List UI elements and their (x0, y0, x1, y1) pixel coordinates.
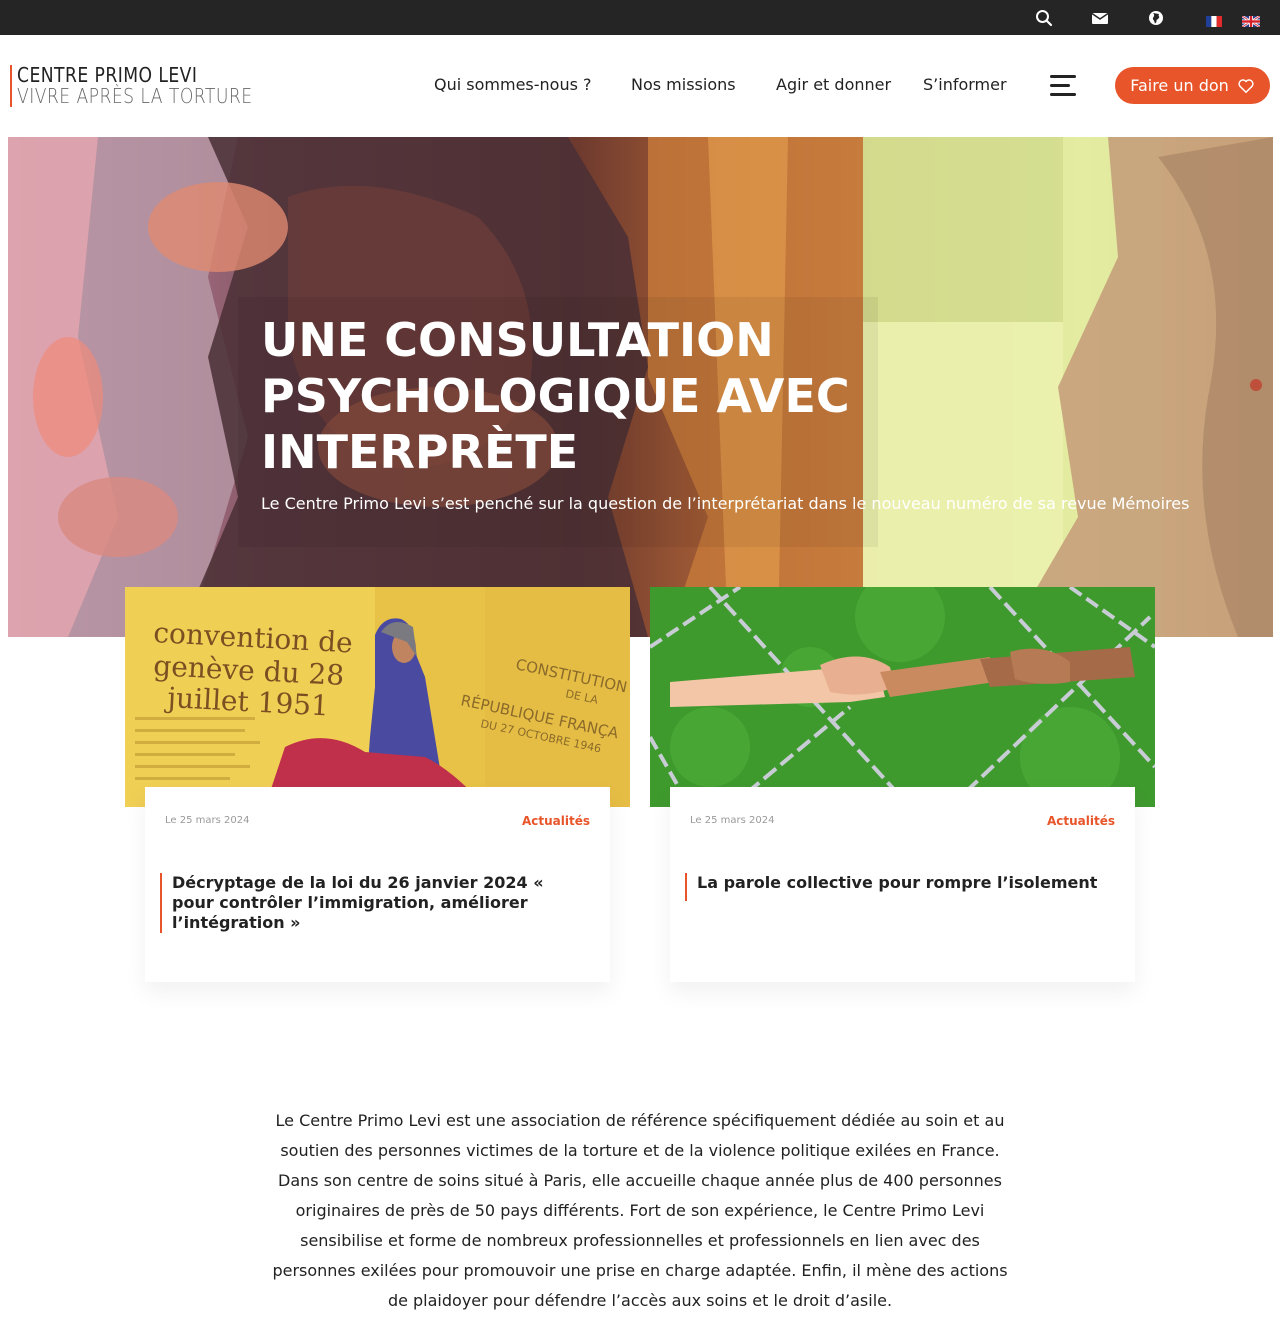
logo-line-2: VIVRE APRÈS LA TORTURE (17, 84, 253, 108)
logo-line-1: CENTRE PRIMO LEVI (17, 63, 198, 87)
news-card[interactable]: Le 25 mars 2024 Actualités La parole col… (650, 587, 1155, 987)
flag-en-icon[interactable] (1241, 12, 1261, 29)
news-card-date: Le 25 mars 2024 (690, 815, 775, 826)
nav-item-nos-missions[interactable]: Nos missions (631, 75, 736, 94)
globe-icon[interactable] (1146, 8, 1166, 28)
site-logo[interactable]: CENTRE PRIMO LEVI VIVRE APRÈS LA TORTURE (10, 65, 291, 107)
hero-banner[interactable]: UNE CONSULTATION PSYCHOLOGIQUE AVEC INTE… (8, 137, 1273, 637)
news-card-title[interactable]: La parole collective pour rompre l’isole… (685, 873, 1115, 901)
nav-item-agir-et-donner[interactable]: Agir et donner (776, 75, 891, 94)
hero-title: UNE CONSULTATION PSYCHOLOGIQUE AVEC INTE… (261, 313, 850, 479)
news-card-image[interactable]: convention de genève du 28 juillet 1951 … (125, 587, 630, 807)
news-card-body: Le 25 mars 2024 Actualités La parole col… (670, 787, 1135, 982)
hamburger-icon[interactable] (1050, 75, 1076, 97)
site-header: CENTRE PRIMO LEVI VIVRE APRÈS LA TORTURE… (0, 35, 1280, 137)
top-utility-bar (0, 0, 1280, 35)
search-icon[interactable] (1034, 8, 1054, 28)
intro-paragraph: Le Centre Primo Levi est une association… (272, 1111, 1008, 1310)
nav-item-s-informer[interactable]: S’informer (923, 75, 1007, 94)
news-card-body: Le 25 mars 2024 Actualités Décryptage de… (145, 787, 610, 982)
flag-fr-icon[interactable] (1206, 12, 1222, 27)
hero-subtitle: Le Centre Primo Levi s’est penché sur la… (261, 494, 1190, 513)
mail-icon[interactable] (1090, 8, 1110, 28)
donate-button[interactable]: Faire un don (1115, 67, 1270, 104)
heart-icon (1238, 78, 1254, 93)
news-card-title[interactable]: Décryptage de la loi du 26 janvier 2024 … (160, 873, 590, 933)
donate-button-label: Faire un don (1130, 76, 1229, 95)
news-card[interactable]: convention de genève du 28 juillet 1951 … (125, 587, 630, 987)
news-card-category[interactable]: Actualités (522, 814, 590, 828)
news-card-image[interactable] (650, 587, 1155, 807)
nav-item-qui-sommes-nous[interactable]: Qui sommes-nous ? (434, 75, 592, 94)
news-card-category[interactable]: Actualités (1047, 814, 1115, 828)
news-card-date: Le 25 mars 2024 (165, 815, 250, 826)
